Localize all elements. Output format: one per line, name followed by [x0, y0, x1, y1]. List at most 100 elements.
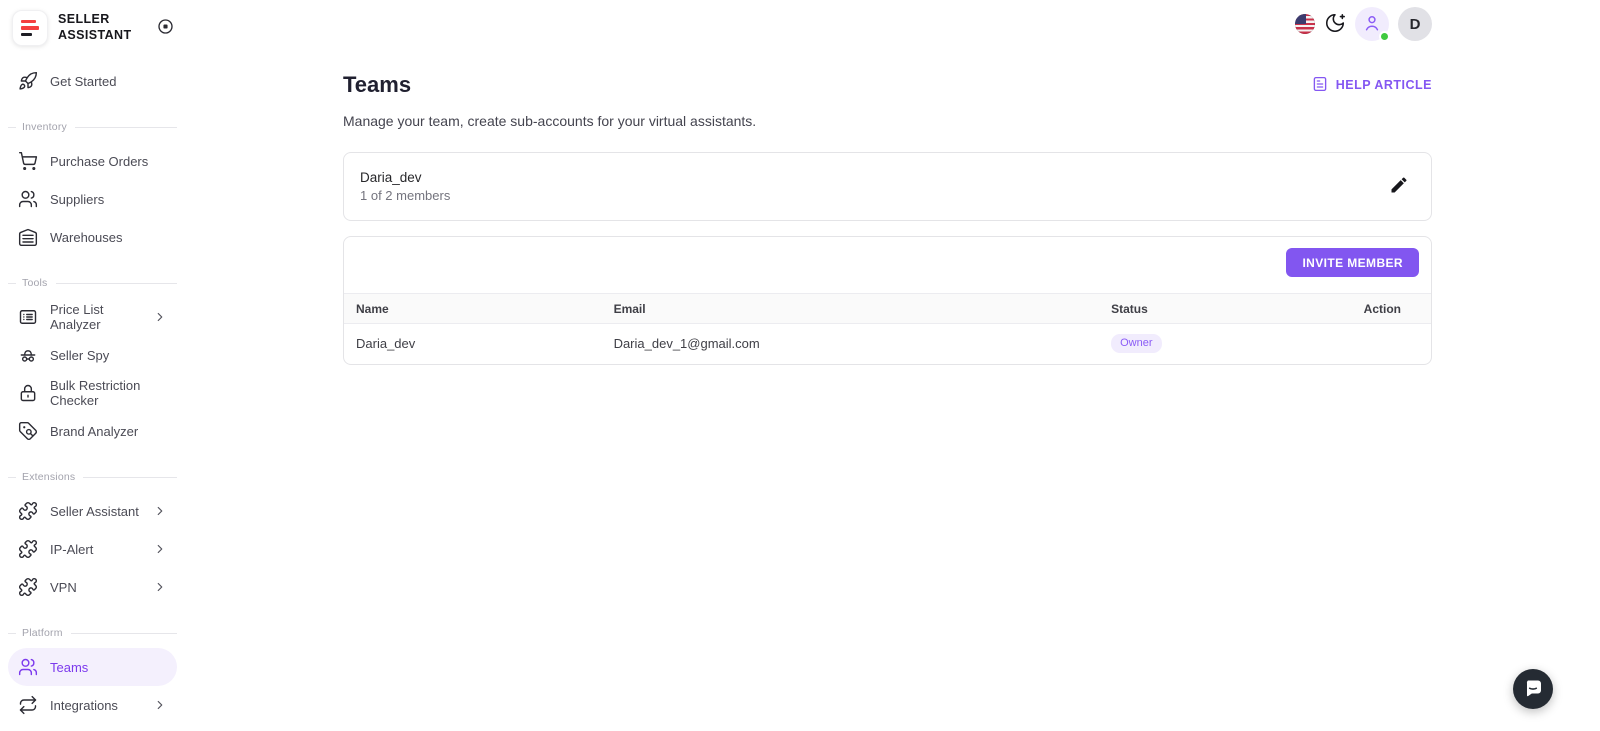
sidebar-item-vpn[interactable]: VPN: [8, 568, 177, 606]
member-email-cell: Daria_dev_1@gmail.com: [613, 336, 760, 352]
app-root: SELLER ASSISTANT Get Started Inventory P…: [0, 0, 1600, 731]
warehouse-icon: [18, 227, 38, 247]
team-card: Daria_dev 1 of 2 members: [343, 152, 1432, 221]
help-article-link[interactable]: HELP ARTICLE: [1311, 75, 1432, 96]
teams-page: Teams HELP ARTICLE Manage your team, cre…: [185, 48, 1600, 365]
column-header-name: Name: [344, 293, 602, 324]
brand-title-line2: ASSISTANT: [58, 28, 132, 42]
section-text: Platform: [22, 627, 63, 639]
collapse-icon: [156, 17, 175, 39]
chevron-right-icon: [153, 698, 167, 712]
chevron-right-icon: [153, 504, 167, 518]
sidebar-item-integrations[interactable]: Integrations: [8, 686, 177, 724]
column-header-action: Action: [1351, 293, 1431, 324]
section-label-tools: Tools: [8, 276, 177, 290]
nav-label: Integrations: [50, 697, 118, 713]
member-action-cell: [1352, 324, 1431, 364]
rocket-icon: [18, 71, 38, 91]
puzzle-icon: [18, 577, 38, 597]
lock-icon: [18, 383, 38, 403]
nav-label: Seller Assistant: [50, 503, 139, 519]
nav-label: Teams: [50, 659, 89, 675]
tag-search-icon: [18, 421, 38, 441]
members-toolbar: INVITE MEMBER: [344, 237, 1431, 293]
puzzle-icon: [18, 501, 38, 521]
sidebar-nav: Get Started Inventory Purchase Orders Su…: [8, 48, 177, 724]
sidebar-item-seller-assistant[interactable]: Seller Assistant: [8, 492, 177, 530]
sidebar-item-bulk-restriction-checker[interactable]: Bulk Restriction Checker: [8, 374, 177, 412]
nav-label: Warehouses: [50, 229, 123, 245]
edit-team-button[interactable]: [1389, 175, 1409, 198]
person-icon: [1362, 13, 1382, 36]
section-label-platform: Platform: [8, 626, 177, 640]
nav-label: IP-Alert: [50, 541, 94, 557]
nav-label: Bulk Restriction Checker: [50, 378, 141, 408]
profile-status-button[interactable]: [1355, 7, 1390, 42]
help-article-label: HELP ARTICLE: [1335, 78, 1432, 92]
nav-label: Seller Spy: [50, 347, 110, 363]
members-card: INVITE MEMBER Name Email Status Action D…: [343, 236, 1432, 365]
brand-header: SELLER ASSISTANT: [8, 8, 177, 48]
article-icon: [1311, 75, 1329, 96]
chevron-right-icon: [153, 580, 167, 594]
sidebar: SELLER ASSISTANT Get Started Inventory P…: [0, 0, 185, 731]
moon-stars-icon: [1324, 12, 1346, 37]
section-label-inventory: Inventory: [8, 120, 177, 134]
repeat-icon: [18, 695, 38, 715]
sidebar-item-get-started[interactable]: Get Started: [8, 62, 177, 100]
member-status-cell: Owner: [1099, 324, 1352, 364]
team-members-count: 1 of 2 members: [360, 188, 451, 203]
sidebar-item-brand-analyzer[interactable]: Brand Analyzer: [8, 412, 177, 450]
sidebar-item-teams[interactable]: Teams: [8, 648, 177, 686]
chevron-right-icon: [153, 310, 167, 324]
member-name-cell: Daria_dev: [356, 336, 416, 352]
pencil-icon: [1389, 175, 1409, 198]
page-subtitle: Manage your team, create sub-accounts fo…: [343, 113, 757, 129]
nav-label: Get Started: [50, 73, 117, 89]
chat-bubble-icon: [1521, 676, 1545, 703]
people-icon: [18, 657, 38, 677]
nav-label: Suppliers: [50, 191, 105, 207]
dark-mode-toggle[interactable]: [1324, 12, 1346, 37]
section-text: Tools: [22, 277, 48, 289]
sidebar-collapse-button[interactable]: [156, 17, 175, 39]
topbar: D: [185, 0, 1600, 48]
nav-label: Purchase Orders: [50, 153, 149, 169]
column-header-status: Status: [1099, 293, 1352, 324]
puzzle-icon: [18, 539, 38, 559]
nav-label: Brand Analyzer: [50, 423, 139, 439]
sidebar-item-seller-spy[interactable]: Seller Spy: [8, 336, 177, 374]
sidebar-item-purchase-orders[interactable]: Purchase Orders: [8, 142, 177, 180]
status-badge: Owner: [1111, 334, 1162, 354]
brand-logo[interactable]: [12, 10, 48, 46]
cart-icon: [18, 151, 38, 171]
main-area: D Teams HELP ARTICLE Manage your team, c…: [185, 0, 1600, 731]
column-header-email: Email: [601, 293, 1100, 324]
page-title: Teams: [343, 72, 412, 97]
spy-icon: [18, 345, 38, 365]
brand-title-line1: SELLER: [58, 12, 110, 27]
sidebar-item-warehouses[interactable]: Warehouses: [8, 218, 177, 256]
sidebar-item-price-list-analyzer[interactable]: Price List Analyzer: [8, 298, 177, 336]
section-text: Extensions: [22, 471, 76, 483]
chat-widget-button[interactable]: [1513, 669, 1553, 709]
us-flag-icon[interactable]: [1295, 14, 1315, 34]
table-header-row: Name Email Status Action: [344, 293, 1431, 324]
nav-label: Price List Analyzer: [50, 302, 104, 332]
nav-label: VPN: [50, 579, 77, 595]
table-row[interactable]: Daria_dev Daria_dev_1@gmail.com Owner: [344, 324, 1431, 364]
online-status-dot: [1379, 31, 1390, 42]
team-name: Daria_dev: [360, 170, 422, 185]
sidebar-item-ip-alert[interactable]: IP-Alert: [8, 530, 177, 568]
avatar[interactable]: D: [1398, 7, 1432, 41]
members-table: Name Email Status Action Daria_dev Daria…: [344, 293, 1431, 364]
section-label-extensions: Extensions: [8, 470, 177, 484]
brand-title: SELLER ASSISTANT: [58, 12, 132, 43]
section-text: Inventory: [22, 121, 67, 133]
chevron-right-icon: [153, 542, 167, 556]
team-card-info: Daria_dev 1 of 2 members: [360, 170, 450, 203]
people-icon: [18, 189, 38, 209]
invite-member-button[interactable]: INVITE MEMBER: [1286, 248, 1419, 277]
sidebar-item-suppliers[interactable]: Suppliers: [8, 180, 177, 218]
price-list-icon: [18, 307, 38, 327]
